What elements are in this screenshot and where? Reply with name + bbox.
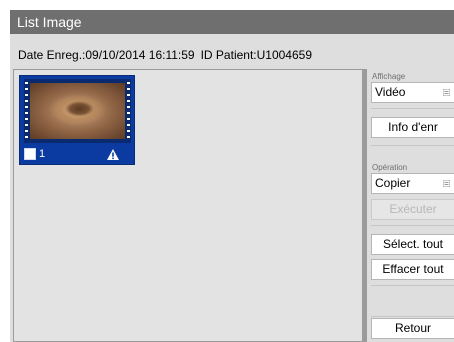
thumbnail-checkbox[interactable]	[24, 148, 36, 160]
thumbnail-number: 1	[39, 148, 46, 160]
select-all-button[interactable]: Sélect. tout	[371, 234, 454, 255]
divider	[371, 316, 454, 317]
divider	[371, 285, 454, 286]
execute-button[interactable]: Exécuter	[371, 199, 454, 220]
film-perforations-left	[25, 82, 28, 140]
divider	[371, 225, 454, 226]
clear-all-button[interactable]: Effacer tout	[371, 259, 454, 280]
patient-id: ID Patient:U1004659	[200, 48, 313, 62]
record-date: Date Enreg.:09/10/2014 16:11:59	[18, 48, 195, 62]
list-icon	[443, 89, 450, 96]
record-info-button[interactable]: Info d'enr	[371, 117, 454, 138]
divider	[371, 145, 454, 146]
video-frame	[24, 79, 131, 143]
display-mode-dropdown[interactable]: Vidéo	[371, 82, 454, 103]
list-image-window: Date Enreg.:09/10/2014 16:11:59 ID Patien…	[10, 34, 454, 342]
display-mode-value: Vidéo	[375, 85, 406, 99]
side-panel: Affichage Vidéo Info d'enr Opération Cop…	[367, 69, 454, 342]
thumbnail-footer: 1	[24, 147, 132, 161]
operation-section-label: Opération	[372, 163, 408, 172]
display-section-label: Affichage	[372, 72, 406, 81]
back-button[interactable]: Retour	[371, 318, 454, 339]
operation-value: Copier	[375, 176, 411, 190]
thumbnail-grid[interactable]: 1	[13, 69, 363, 342]
list-icon	[443, 180, 450, 187]
warning-triangle-icon	[107, 149, 119, 160]
operation-dropdown[interactable]: Copier	[371, 173, 454, 194]
endoscopy-image	[30, 83, 125, 139]
thumbnail-item[interactable]: 1	[19, 75, 135, 165]
divider	[371, 108, 454, 109]
record-info: Date Enreg.:09/10/2014 16:11:59 ID Patien…	[18, 48, 312, 62]
window-title: List Image	[10, 10, 454, 34]
film-perforations-right	[127, 82, 130, 140]
